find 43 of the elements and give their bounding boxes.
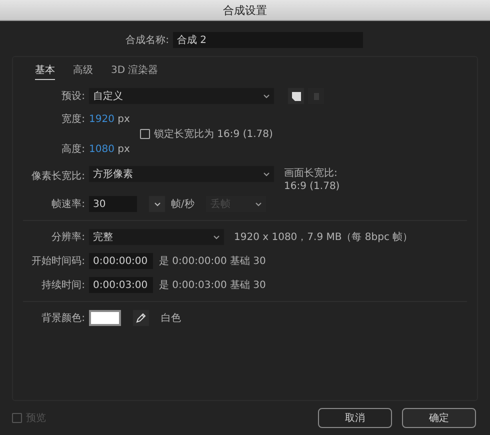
- unit-label: 帧/秒: [171, 198, 194, 211]
- ok-button[interactable]: 确定: [402, 408, 476, 428]
- window-title: 合成设置: [223, 2, 267, 18]
- resolution-dropdown[interactable]: 完整: [89, 229, 224, 245]
- color-name: 白色: [161, 312, 181, 325]
- timecode-field[interactable]: 0:00:00:00: [89, 253, 153, 269]
- caret-icon: [213, 234, 220, 240]
- lock-aspect-checkbox[interactable]: 锁定长宽比为 16:9 (1.78): [140, 127, 273, 141]
- caret-icon: [255, 202, 262, 206]
- field-label: 开始时间码:: [30, 254, 85, 268]
- tab[interactable]: 基本: [35, 61, 55, 80]
- width-value[interactable]: 1920 px: [89, 114, 130, 124]
- field-label: 预设:: [60, 90, 85, 103]
- field-label: 持续时间:: [40, 278, 85, 292]
- frame-rate-field[interactable]: 30: [89, 196, 137, 212]
- caret-icon: [154, 202, 160, 206]
- frame-rate-dropdown[interactable]: [149, 196, 165, 212]
- pixel-aspect-dropdown[interactable]: 方形像素: [89, 166, 274, 182]
- preset-dropdown[interactable]: 自定义: [89, 88, 274, 104]
- frame-aspect-value: 16:9 (1.78): [284, 181, 340, 192]
- page-icon: [292, 92, 300, 100]
- field-label: 宽度:: [60, 112, 85, 126]
- field-label: 像素长宽比:: [30, 170, 85, 183]
- save-preset-button[interactable]: [288, 88, 304, 104]
- field-label: 分辨率:: [50, 230, 85, 244]
- caret-icon: [263, 172, 270, 176]
- caret-icon: [263, 94, 270, 98]
- name-field[interactable]: 合成 2: [173, 32, 363, 48]
- field-label: 背景颜色:: [40, 312, 85, 325]
- duration-info: 是 0:00:03:00 基础 30: [159, 278, 266, 292]
- timecode-info: 是 0:00:00:00 基础 30: [159, 254, 266, 268]
- height-value[interactable]: 1080 px: [89, 144, 130, 154]
- tab[interactable]: 高级: [73, 61, 93, 80]
- field-label: 合成名称:: [124, 34, 169, 47]
- field-label: 帧速率:: [50, 198, 85, 211]
- field-label: 画面长宽比:: [284, 166, 338, 180]
- color-swatch[interactable]: [89, 310, 121, 326]
- eyedropper-icon[interactable]: [133, 310, 149, 326]
- tab[interactable]: 3D 渲染器: [111, 61, 158, 80]
- duration-field[interactable]: 0:00:03:00: [89, 277, 153, 293]
- resolution-info: 1920 x 1080，7.9 MB（每 8bpc 帧）: [234, 230, 413, 244]
- cancel-button[interactable]: 取消: [318, 408, 392, 428]
- field-label: 高度:: [60, 142, 85, 156]
